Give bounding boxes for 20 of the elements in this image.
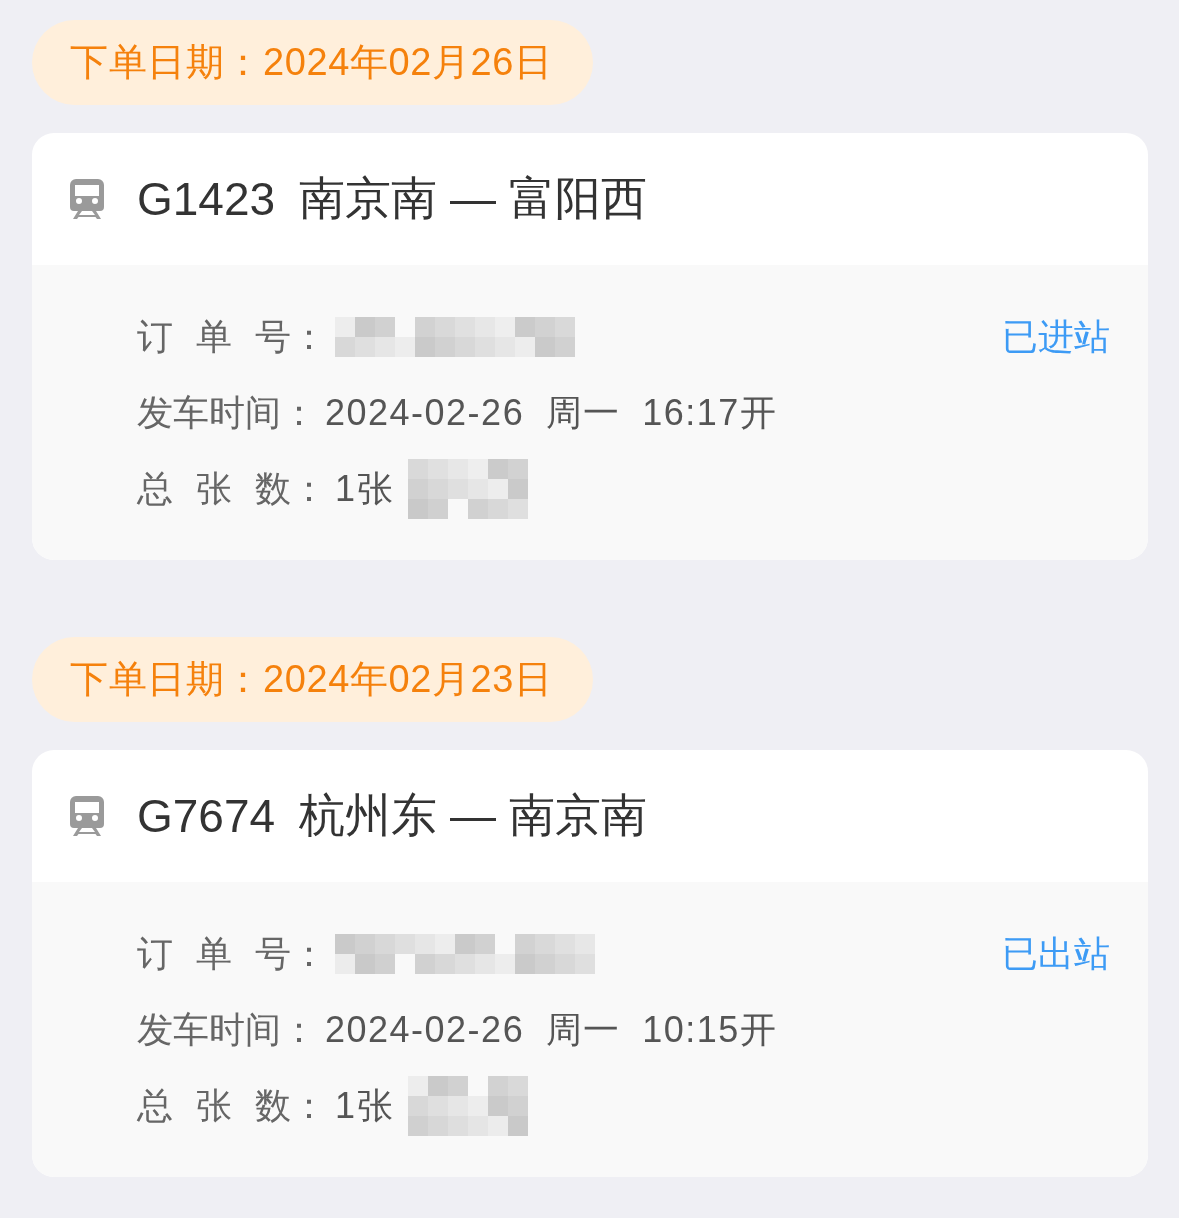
order-date-tag: 下单日期：2024年02月26日 <box>32 20 593 105</box>
field-value: 1张 <box>335 1083 395 1128</box>
field-label: 订 单 号： <box>137 314 327 359</box>
train-icon <box>70 179 104 219</box>
field-value: 2024-02-26 周一 10:15开 <box>325 1007 778 1052</box>
route-text: 南京南 — 富阳西 <box>299 171 647 226</box>
field-label: 发车时间： <box>137 390 317 435</box>
field-label: 发车时间： <box>137 1007 317 1052</box>
field-label: 总 张 数： <box>137 466 327 511</box>
field-label: 总 张 数： <box>137 1083 327 1128</box>
field-label: 订 单 号： <box>137 931 327 976</box>
train-number: G7674 <box>137 789 276 843</box>
route-text: 杭州东 — 南京南 <box>299 788 647 843</box>
order-status: 已出站 <box>1002 931 1110 976</box>
train-icon <box>70 796 104 836</box>
field-value: 1张 <box>335 466 395 511</box>
field-value: 2024-02-26 周一 16:17开 <box>325 390 778 435</box>
order-status: 已进站 <box>1002 314 1110 359</box>
order-date-tag: 下单日期：2024年02月23日 <box>32 637 593 722</box>
train-number: G1423 <box>137 172 276 226</box>
